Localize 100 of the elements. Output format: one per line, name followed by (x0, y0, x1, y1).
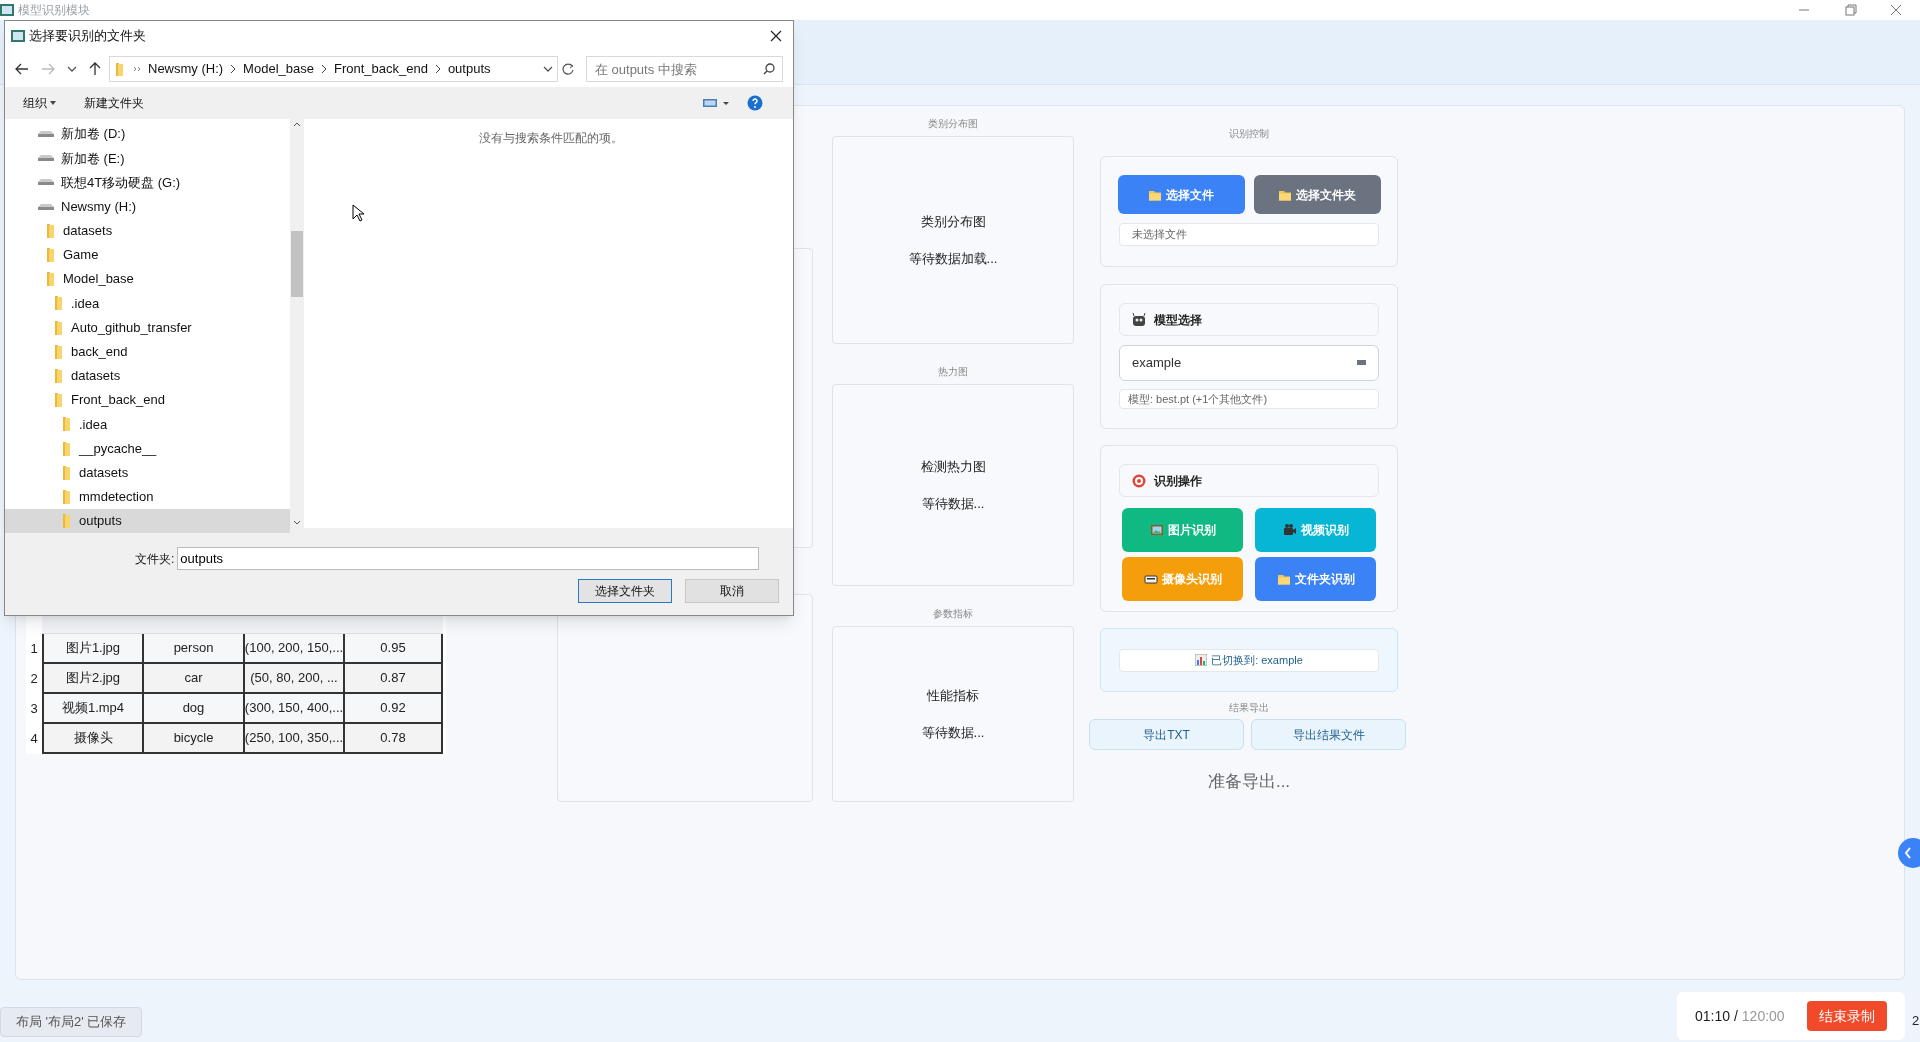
model-select[interactable]: example (1119, 345, 1379, 381)
chart-status: 等待数据加载... (908, 250, 998, 268)
time-limit: 120:00 (1741, 1006, 1785, 1026)
dropdown-icon (1357, 360, 1366, 366)
folder-icon (61, 440, 73, 457)
heading-text: 模型选择 (1154, 311, 1202, 329)
edge-text: 2 (1912, 1012, 1920, 1030)
table-cell: 图片1.jpg (42, 634, 142, 662)
empty-message: 没有与搜索条件匹配的项。 (478, 130, 623, 145)
folder-name-field[interactable]: outputs (177, 547, 760, 570)
stop-recording-button[interactable]: 结束录制 (1807, 1001, 1887, 1031)
breadcrumb-item[interactable]: Model_base (243, 59, 314, 79)
up-arrow-icon[interactable] (89, 62, 101, 76)
tree-item[interactable]: Auto_github_transfer (5, 315, 290, 340)
tree-item[interactable]: mmdetection (5, 484, 290, 509)
target-icon (1132, 473, 1146, 488)
folder-icon (61, 488, 73, 505)
table-cell: 0.78 (343, 724, 443, 752)
camera-icon (1282, 523, 1297, 537)
scroll-thumb[interactable] (291, 230, 303, 297)
table-cell: (100, 200, 150,... (243, 634, 343, 662)
table-cell: 视频1.mp4 (42, 694, 142, 722)
table-cell: (250, 100, 350,... (243, 724, 343, 752)
drive-icon (37, 179, 55, 186)
tree-item[interactable]: datasets (5, 363, 290, 389)
section-label: 热力图 (937, 365, 969, 379)
folder-icon (45, 247, 57, 264)
folder-icon (61, 464, 73, 481)
section-label: 结果导出 (1229, 701, 1269, 715)
dialog-icon (11, 30, 25, 42)
table-cell: 0.87 (343, 664, 443, 692)
tree-item[interactable]: Front_back_end (5, 388, 290, 413)
tree-item[interactable]: .idea (5, 291, 290, 316)
recognize-button[interactable]: 文件夹识别 (1255, 557, 1376, 601)
breadcrumb-item[interactable]: Front_back_end (333, 59, 428, 79)
tree-item[interactable]: outputs (5, 509, 290, 534)
folder-icon (45, 271, 57, 288)
dialog-button[interactable]: 取消 (685, 579, 779, 603)
section-label: 识别控制 (1229, 127, 1269, 141)
search-field[interactable]: 在 outputs 中搜索 (585, 56, 783, 82)
export-button[interactable]: 导出TXT (1089, 719, 1244, 750)
folder-icon (53, 367, 65, 384)
select-button[interactable]: 选择文件夹 (1253, 175, 1381, 214)
tree-item[interactable]: 新加卷 (E:) (5, 146, 290, 171)
row-number: 4 (29, 730, 39, 749)
section-label: 类别分布图 (927, 117, 979, 131)
refresh-icon[interactable] (561, 63, 574, 75)
folder-icon (53, 295, 65, 312)
close-icon[interactable] (769, 29, 783, 43)
tree-item[interactable]: datasets (5, 218, 290, 243)
view-options-icon[interactable] (703, 98, 729, 108)
table-cell: 0.92 (343, 694, 443, 722)
table-cell: (300, 150, 400,... (243, 694, 343, 722)
heading-text: 识别操作 (1154, 472, 1202, 490)
folder-icon (61, 416, 73, 433)
table-cell: bicycle (142, 724, 243, 752)
tree-item[interactable]: back_end (5, 339, 290, 364)
table-cell: 图片2.jpg (42, 664, 142, 692)
chevron-down-icon[interactable] (67, 65, 77, 73)
status-toast: 布局 '布局2' 已保存 (0, 1007, 143, 1037)
tree-item[interactable]: .idea (5, 412, 290, 437)
table-cell: 0.95 (343, 634, 443, 662)
tree-item[interactable]: Newsmy (H:) (5, 194, 290, 219)
export-status: 准备导出... (1207, 771, 1291, 793)
file-status-field: 未选择文件 (1119, 223, 1379, 246)
folder-icon (53, 343, 65, 360)
row-number: 2 (29, 670, 39, 689)
model-info: 模型: best.pt (+1个其他文件) (1119, 389, 1379, 409)
export-button[interactable]: 导出结果文件 (1251, 719, 1406, 750)
dialog-button[interactable]: 选择文件夹 (578, 579, 672, 603)
chart-title: 检测热力图 (920, 457, 986, 476)
search-icon (763, 63, 775, 75)
folder-icon (114, 62, 126, 76)
chevron-right-icon (434, 64, 441, 74)
table-cell: 摄像头 (42, 724, 142, 752)
tree-item[interactable]: Model_base (5, 267, 290, 292)
tree-item[interactable]: Game (5, 242, 290, 268)
webcam-icon (1143, 572, 1158, 586)
breadcrumb-item[interactable]: Newsmy (H:) (148, 59, 224, 79)
tree-item[interactable]: __pycache__ (5, 436, 290, 461)
tree-item[interactable]: datasets (5, 460, 290, 485)
row-number: 3 (29, 700, 39, 719)
chevron-down-icon[interactable] (542, 65, 553, 73)
help-icon[interactable] (747, 95, 763, 111)
folder-icon (61, 513, 73, 530)
folder-icon (1276, 572, 1291, 586)
toolbar-button[interactable]: 新建文件夹 (84, 94, 144, 112)
scroll-down-icon (293, 520, 301, 526)
tree-item[interactable]: 新加卷 (D:) (5, 122, 290, 147)
address-bar[interactable]: Newsmy (H:) Model_base Front_back_end outputs (109, 56, 558, 82)
toolbar-button[interactable]: 组织 (23, 94, 56, 112)
table-cell: (50, 80, 200, ... (243, 664, 343, 692)
breadcrumb-item[interactable]: outputs (447, 59, 491, 79)
tree-item[interactable]: 联想4T移动硬盘 (G:) (5, 170, 290, 195)
chevron-right-icon (230, 64, 237, 74)
select-button[interactable]: 选择文件 (1117, 175, 1245, 214)
back-arrow-icon[interactable] (15, 63, 29, 75)
chart-status: 等待数据... (921, 495, 985, 513)
chevron-right-icon (320, 64, 327, 74)
section-label: 参数指标 (932, 607, 974, 621)
